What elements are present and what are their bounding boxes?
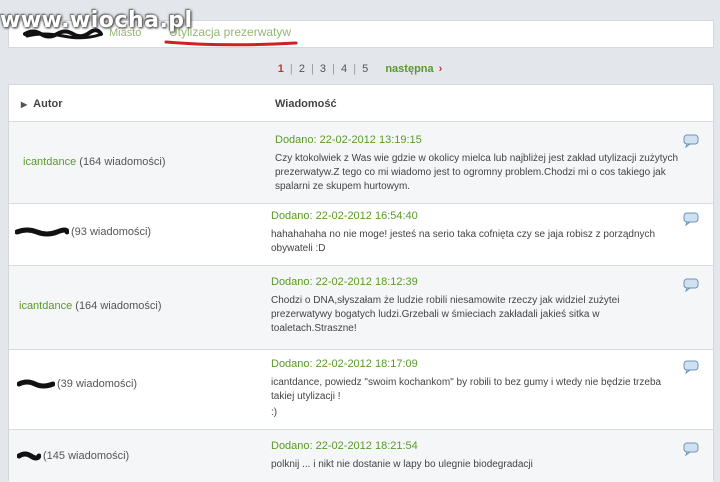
page-separator: | xyxy=(311,63,314,75)
speech-bubble-icon[interactable] xyxy=(683,442,699,456)
speech-bubble-icon[interactable] xyxy=(683,212,699,226)
page-link-3[interactable]: 3 xyxy=(320,63,326,75)
post-text: hahahahaha no nie moge! jesteś na serio … xyxy=(271,229,656,254)
post-text: Czy ktokolwiek z Was wie gdzie w okolicy… xyxy=(275,153,679,192)
red-underline-mark xyxy=(164,40,298,47)
author-post-count: (164 wiadomości) xyxy=(75,300,162,312)
column-header-author[interactable]: ▶ Autor xyxy=(21,98,62,110)
pagination: 1 | 2 | 3 | 4 | 5 następna › xyxy=(0,63,720,75)
table-header: ▶ Autor Wiadomość xyxy=(9,85,713,122)
post-author: (93 wiadomości) xyxy=(15,226,151,238)
triangle-right-icon: ▶ xyxy=(21,100,28,109)
censored-scribble-icon xyxy=(17,451,41,461)
page-link-4[interactable]: 4 xyxy=(341,63,347,75)
author-link[interactable]: icantdance xyxy=(19,300,72,312)
censored-scribble-icon xyxy=(15,227,69,237)
author-link[interactable]: icantdance xyxy=(23,156,76,168)
post-author: (39 wiadomości) xyxy=(17,378,137,390)
post-message: Dodano: 22-02-2012 18:12:39 Chodzi o DNA… xyxy=(271,276,681,336)
post-author: (145 wiadomości) xyxy=(17,450,129,462)
page-separator: | xyxy=(353,63,357,75)
author-post-count: (93 wiadomości) xyxy=(71,226,152,238)
author-post-count: (145 wiadomości) xyxy=(43,450,130,462)
table-row: icantdance (164 wiadomości) Dodano: 22-0… xyxy=(9,266,713,350)
author-post-count: (39 wiadomości) xyxy=(57,378,138,390)
post-text: Chodzi o DNA,słyszałam że ludzie robili … xyxy=(271,295,620,334)
post-message: Dodano: 22-02-2012 13:19:15 Czy ktokolwi… xyxy=(275,134,685,194)
posts-table: ▶ Autor Wiadomość icantdance (164 wiadomo… xyxy=(8,84,714,482)
post-text-emoticon: :) xyxy=(271,407,278,418)
table-row: (93 wiadomości) Dodano: 22-02-2012 16:54… xyxy=(9,204,713,266)
watermark: www.wiocha.pl xyxy=(0,8,193,33)
page-separator: | xyxy=(289,63,293,75)
post-author: icantdance (164 wiadomości) xyxy=(19,300,161,312)
censored-scribble-icon xyxy=(17,379,55,389)
post-author: icantdance (164 wiadomości) xyxy=(23,156,165,168)
post-date: Dodano: 22-02-2012 18:21:54 xyxy=(271,440,418,452)
speech-bubble-icon[interactable] xyxy=(683,360,699,374)
table-row: (145 wiadomości) Dodano: 22-02-2012 18:2… xyxy=(9,430,713,482)
post-message: Dodano: 22-02-2012 16:54:40 hahahahaha n… xyxy=(271,210,681,256)
post-text: polknij ... i nikt nie dostanie w lapy b… xyxy=(271,459,533,470)
post-message: Dodano: 22-02-2012 18:17:09 icantdance, … xyxy=(271,358,681,420)
post-date: Dodano: 22-02-2012 18:12:39 xyxy=(271,276,418,288)
column-header-author-label: Autor xyxy=(33,98,63,110)
table-row: icantdance (164 wiadomości) Dodano: 22-0… xyxy=(9,122,713,204)
page-link-2[interactable]: 2 xyxy=(299,63,305,75)
column-header-message: Wiadomość xyxy=(275,98,337,110)
page-current: 1 xyxy=(277,63,284,75)
table-row: (39 wiadomości) Dodano: 22-02-2012 18:17… xyxy=(9,350,713,430)
page-separator: | xyxy=(332,63,335,75)
speech-bubble-icon[interactable] xyxy=(683,134,699,148)
chevron-right-icon[interactable]: › xyxy=(439,63,443,75)
next-page-link[interactable]: następna xyxy=(385,63,433,75)
author-post-count: (164 wiadomości) xyxy=(79,156,166,168)
post-date: Dodano: 22-02-2012 18:17:09 xyxy=(271,358,418,370)
post-message: Dodano: 22-02-2012 18:21:54 polknij ... … xyxy=(271,440,681,472)
speech-bubble-icon[interactable] xyxy=(683,278,699,292)
post-date: Dodano: 22-02-2012 16:54:40 xyxy=(271,210,418,222)
page-link-5[interactable]: 5 xyxy=(362,63,368,75)
post-text: icantdance, powiedz "swoim kochankom" by… xyxy=(271,377,662,402)
post-date: Dodano: 22-02-2012 13:19:15 xyxy=(275,134,422,146)
